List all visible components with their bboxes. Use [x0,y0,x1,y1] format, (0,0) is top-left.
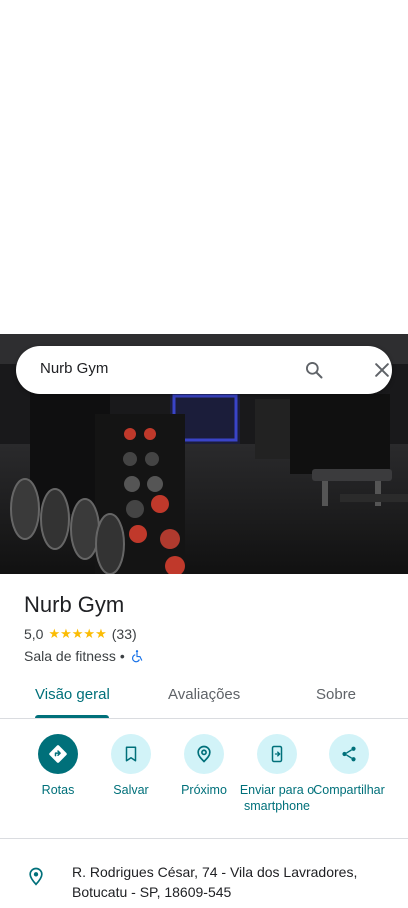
place-category: Sala de fitness [24,648,116,664]
section-divider [0,838,408,839]
share-icon-circle[interactable] [329,734,369,774]
separator-dot: • [119,648,125,664]
search-icon[interactable] [304,360,324,380]
directions-label: Rotas [41,783,75,797]
rating-row[interactable]: 5,0 ★★★★★ (33) [24,626,137,642]
directions-icon-circle[interactable] [38,734,78,774]
active-tab-indicator [35,715,109,718]
close-icon[interactable] [372,360,392,380]
rating-value: 5,0 [24,626,44,642]
send-to-phone-label: Enviar para o smartphone [239,783,315,813]
tab-overview[interactable]: Visão geral [35,686,110,703]
send-to-phone-button[interactable]: Enviar para o smartphone [237,734,317,814]
send-to-phone-icon-circle[interactable] [257,734,297,774]
star-rating-icon: ★★★★★ [48,626,107,641]
bookmark-icon [125,746,137,762]
search-bar[interactable]: Nurb Gym [16,346,392,394]
place-title: Nurb Gym [24,592,125,617]
address-text: R. Rodrigues César, 74 - Vila dos Lavrad… [72,864,358,900]
save-icon-circle[interactable] [111,734,151,774]
nearby-icon-circle[interactable] [184,734,224,774]
place-tabs: Visão geral Avaliações Sobre [0,676,408,719]
tab-about[interactable]: Sobre [316,686,356,703]
share-icon [342,746,356,762]
nearby-button[interactable]: Próximo [164,734,244,798]
save-label: Salvar [113,783,149,797]
category-row: Sala de fitness • [24,648,144,664]
nearby-search-icon [197,745,211,763]
search-input[interactable]: Nurb Gym [40,360,108,377]
directions-icon [49,745,67,763]
tab-reviews[interactable]: Avaliações [168,686,240,703]
nearby-label: Próximo [181,783,227,797]
save-button[interactable]: Salvar [91,734,171,798]
directions-button[interactable]: Rotas [18,734,98,798]
share-label: Compartilhar [313,783,385,797]
send-to-phone-icon [271,745,283,763]
location-pin-icon [29,867,43,886]
wheelchair-accessible-icon [131,650,142,663]
review-count[interactable]: (33) [112,626,137,642]
share-button[interactable]: Compartilhar [309,734,389,798]
